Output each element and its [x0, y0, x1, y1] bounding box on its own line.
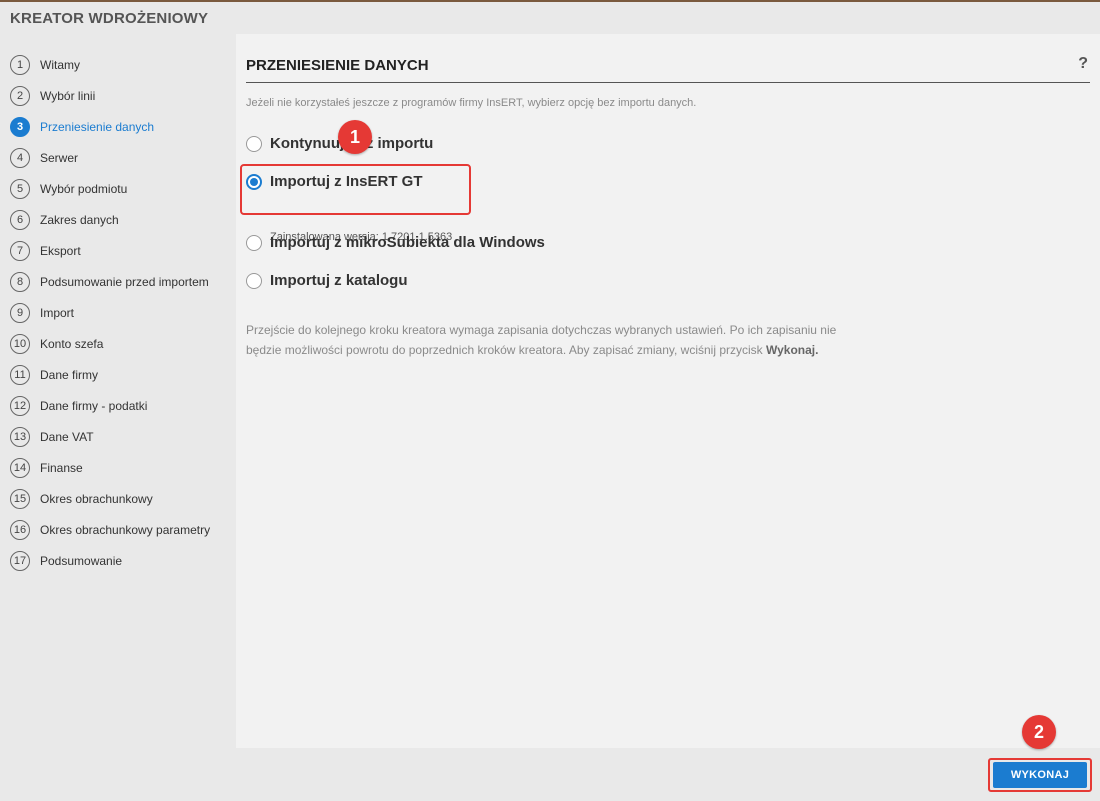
- step-przeniesienie-danych[interactable]: 3 Przeniesienie danych: [10, 116, 154, 138]
- annotation-badge-2: 2: [1022, 715, 1056, 749]
- step-finanse[interactable]: 14 Finanse: [10, 457, 83, 479]
- app-title: KREATOR WDROŻENIOWY: [10, 10, 209, 27]
- step-wybor-podmiotu[interactable]: 5 Wybór podmiotu: [10, 178, 127, 200]
- step-number: 3: [10, 117, 30, 137]
- step-import[interactable]: 9 Import: [10, 302, 74, 324]
- step-number: 11: [10, 365, 30, 385]
- step-label: Dane VAT: [40, 430, 94, 444]
- step-number: 10: [10, 334, 30, 354]
- info-text-body: Przejście do kolejnego kroku kreatora wy…: [246, 323, 837, 357]
- step-witamy[interactable]: 1 Witamy: [10, 54, 80, 76]
- step-number: 2: [10, 86, 30, 106]
- step-number: 16: [10, 520, 30, 540]
- annotation-badge-1: 1: [338, 120, 372, 154]
- step-number: 1: [10, 55, 30, 75]
- step-label: Okres obrachunkowy: [40, 492, 153, 506]
- step-wybor-linii[interactable]: 2 Wybór linii: [10, 85, 95, 107]
- step-label: Import: [40, 306, 75, 320]
- step-number: 12: [10, 396, 30, 416]
- step-label: Finanse: [40, 461, 83, 475]
- step-label: Wybór linii: [40, 89, 96, 103]
- step-number: 17: [10, 551, 30, 571]
- step-number: 5: [10, 179, 30, 199]
- help-icon[interactable]: ?: [1078, 55, 1088, 73]
- hint-text: Jeżeli nie korzystałeś jeszcze z program…: [246, 97, 697, 109]
- step-number: 8: [10, 272, 30, 292]
- step-number: 7: [10, 241, 30, 261]
- step-dane-vat[interactable]: 13 Dane VAT: [10, 426, 94, 448]
- step-label: Okres obrachunkowy parametry: [40, 523, 211, 537]
- radio-button[interactable]: [246, 135, 262, 152]
- step-label: Eksport: [40, 244, 81, 258]
- radio-button[interactable]: [246, 272, 262, 289]
- step-label: Podsumowanie: [40, 554, 123, 568]
- step-number: 14: [10, 458, 30, 478]
- step-dane-firmy-podatki[interactable]: 12 Dane firmy - podatki: [10, 395, 147, 417]
- window-top-border: [0, 0, 1100, 2]
- step-podsumowanie[interactable]: 17 Podsumowanie: [10, 550, 122, 572]
- step-label: Zakres danych: [40, 213, 119, 227]
- step-serwer[interactable]: 4 Serwer: [10, 147, 78, 169]
- step-podsumowanie-przed-importem[interactable]: 8 Podsumowanie przed importem: [10, 271, 209, 293]
- wykonaj-button[interactable]: WYKONAJ: [993, 762, 1087, 788]
- step-number: 6: [10, 210, 30, 230]
- step-zakres-danych[interactable]: 6 Zakres danych: [10, 209, 119, 231]
- step-number: 4: [10, 148, 30, 168]
- annotation-highlight-box: [240, 164, 471, 215]
- step-label: Dane firmy: [40, 368, 99, 382]
- step-label: Przeniesienie danych: [40, 120, 155, 134]
- step-label: Serwer: [40, 151, 79, 165]
- step-dane-firmy[interactable]: 11 Dane firmy: [10, 364, 98, 386]
- step-label: Wybór podmiotu: [40, 182, 128, 196]
- option-label: Importuj z katalogu: [270, 272, 408, 289]
- info-text-bold: Wykonaj.: [766, 343, 819, 357]
- radio-button[interactable]: [246, 234, 262, 251]
- step-label: Dane firmy - podatki: [40, 399, 148, 413]
- step-number: 13: [10, 427, 30, 447]
- info-text: Przejście do kolejnego kroku kreatora wy…: [246, 320, 856, 360]
- title-divider: [246, 82, 1090, 83]
- step-okres-obrachunkowy-parametry[interactable]: 16 Okres obrachunkowy parametry: [10, 519, 210, 541]
- step-number: 9: [10, 303, 30, 323]
- step-konto-szefa[interactable]: 10 Konto szefa: [10, 333, 103, 355]
- step-okres-obrachunkowy[interactable]: 15 Okres obrachunkowy: [10, 488, 153, 510]
- step-label: Podsumowanie przed importem: [40, 275, 209, 289]
- option-importuj-z-katalogu[interactable]: Importuj z katalogu: [246, 272, 408, 289]
- option-importuj-mikrosubiekt[interactable]: Importuj z mikroSubiekta dla Windows: [246, 234, 545, 251]
- page-title: PRZENIESIENIE DANYCH: [246, 57, 429, 74]
- step-eksport[interactable]: 7 Eksport: [10, 240, 81, 262]
- option-label: Importuj z mikroSubiekta dla Windows: [270, 234, 545, 251]
- step-label: Witamy: [40, 58, 80, 72]
- step-label: Konto szefa: [40, 337, 104, 351]
- step-number: 15: [10, 489, 30, 509]
